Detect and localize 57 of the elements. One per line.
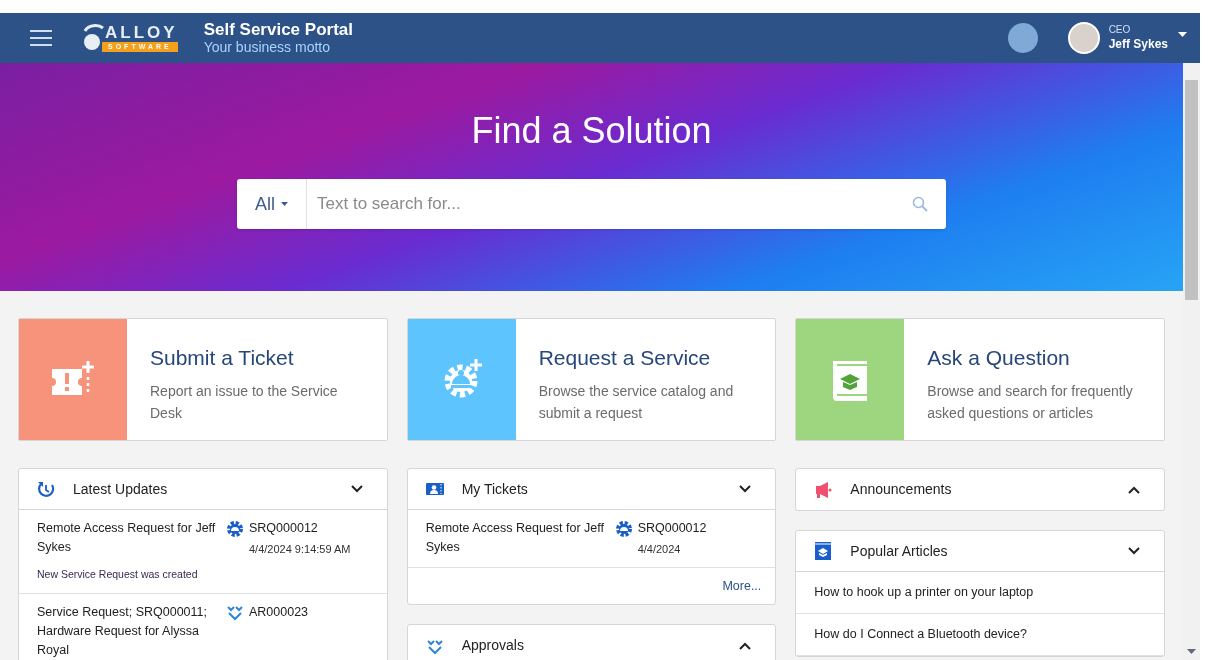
caret-icon — [281, 202, 288, 206]
article-link[interactable]: How do I Connect a Bluetooth device? — [796, 614, 1164, 656]
scope-dropdown[interactable]: All — [237, 179, 307, 229]
user-role: CEO — [1108, 24, 1132, 36]
search-icon — [912, 196, 928, 212]
scrollbar[interactable] — [1183, 63, 1200, 660]
chevron-up-icon[interactable] — [1128, 485, 1140, 494]
item-title: Remote Access Request for Jeff Sykes — [425, 520, 605, 556]
card-description: Browse the service catalog and submit a request — [538, 382, 735, 423]
widget-title: Announcements — [850, 480, 952, 499]
menu-icon[interactable] — [30, 30, 52, 46]
widget-title: Popular Articles — [850, 541, 948, 561]
chevron-up-icon[interactable] — [739, 641, 752, 650]
list-item[interactable]: Remote Access Request for Jeff Sykes New Service Request was created SRQ000012 4/4/2024 9:14:59 AM — [19, 510, 387, 594]
portal-title: Self Service Portal — [203, 20, 353, 39]
item-title: Service Request; SRQ000011; Hardware Request for Alyssa Royal — [37, 603, 208, 659]
logo-text: ALLOY — [105, 24, 178, 42]
gear-bell-icon — [614, 520, 633, 538]
chevron-down-icon[interactable] — [739, 485, 752, 493]
card-description: Report an issue to the Service Desk — [150, 382, 339, 423]
chevron-down-icon[interactable] — [350, 485, 363, 493]
search-bar[interactable]: All Text to search for... — [237, 179, 946, 229]
list-item[interactable]: Service Request; SRQ000011; Hardware Request for Alyssa Royal AR000023 — [19, 593, 387, 660]
card-title: Ask a Question — [927, 345, 1071, 371]
more-link[interactable]: More... — [722, 576, 762, 596]
refresh-clock-icon — [37, 480, 55, 498]
logo-mark-icon — [82, 23, 104, 53]
card-title: Submit a Ticket — [150, 345, 295, 371]
article-link[interactable]: How to hook up a printer on your laptop — [796, 572, 1164, 614]
widget-title: My Tickets — [461, 479, 528, 499]
item-id: SRQ000012 — [249, 520, 319, 537]
avatar[interactable] — [1067, 22, 1100, 54]
action-card[interactable]: Ask a Question Browse and search for frequently asked questions or articles — [795, 318, 1165, 441]
double-chevron-icon — [226, 603, 244, 622]
portal-motto: Your business motto — [203, 39, 331, 56]
gear-bell-icon — [226, 520, 244, 538]
widget-title: Latest Updates — [73, 479, 168, 499]
chevron-down-icon[interactable] — [1128, 547, 1140, 555]
item-date: 4/4/2024 — [637, 542, 682, 557]
action-card[interactable]: Submit a Ticket Report an issue to the Service Desk — [18, 318, 388, 441]
card-title: Request a Service — [538, 345, 712, 371]
item-note: New Service Request was created — [37, 567, 199, 582]
widget-title: Approvals — [461, 636, 524, 655]
list-item[interactable]: Remote Access Request for Jeff Sykes SRQ000012 4/4/2024 — [407, 510, 776, 568]
item-id: SRQ000012 — [637, 520, 707, 537]
user-name: Jeff Sykes — [1108, 36, 1168, 52]
scroll-down-icon[interactable] — [1187, 649, 1196, 654]
item-title: Remote Access Request for Jeff Sykes — [37, 520, 217, 556]
card-description: Browse and search for frequently asked questions or articles — [927, 382, 1134, 423]
hero-title: Find a Solution — [471, 109, 712, 153]
item-id: AR000023 — [249, 603, 309, 621]
book-icon — [814, 542, 833, 560]
ticket-person-icon — [425, 480, 444, 498]
item-date: 4/4/2024 9:14:59 AM — [249, 542, 351, 557]
caret-icon[interactable] — [1178, 31, 1187, 37]
action-card[interactable]: Request a Service Browse the service catalog and submit a request — [406, 318, 777, 441]
megaphone-icon — [814, 480, 833, 499]
